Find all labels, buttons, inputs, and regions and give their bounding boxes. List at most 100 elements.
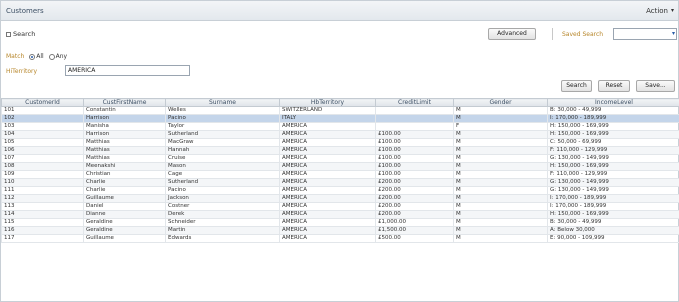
table-cell: Derek (165, 210, 280, 219)
table-row[interactable]: 101 Constantin Welles SWITZERLAND M B: 30,000… (1, 106, 679, 115)
match-any-radio[interactable] (48, 53, 55, 60)
table-cell: Matthias (83, 138, 166, 147)
table-cell: £100.00 (375, 138, 454, 147)
table-cell: Manisha (83, 122, 166, 131)
match-group: Match All Any (6, 53, 67, 60)
table-row[interactable]: 111 Charlie Pacino AMERICA £200.00 M G: 130,00… (1, 186, 679, 195)
table-cell: H: 150,000 - 169,999 (547, 162, 679, 171)
table-cell: Matthias (83, 146, 166, 155)
column-header[interactable]: HbTerritory (279, 98, 376, 107)
table-cell: Edwards (165, 234, 280, 243)
table-row[interactable]: 109 Christian Cage AMERICA £100.00 M F: 110,00… (1, 170, 679, 179)
match-all-radio[interactable] (29, 53, 36, 60)
table-cell: £100.00 (375, 130, 454, 139)
table-cell: F (453, 122, 548, 131)
table-cell: Hannah (165, 146, 280, 155)
table-cell: Pacino (165, 186, 280, 195)
table-cell: Meenakshi (83, 162, 166, 171)
table-cell: £200.00 (375, 210, 454, 219)
table-cell (375, 122, 454, 131)
table-row[interactable]: 113 Daniel Costner AMERICA £200.00 M I: 170,00… (1, 202, 679, 211)
table-cell: Geraldine (83, 226, 166, 235)
table-cell: M (453, 202, 548, 211)
table-cell: Pacino (165, 114, 280, 123)
table-row[interactable]: 103 Manisha Taylor AMERICA F H: 150,000 - 169… (1, 122, 679, 131)
table-cell: Guillaume (83, 194, 166, 203)
table-cell: Charlie (83, 186, 166, 195)
chevron-down-icon[interactable]: ▾ (671, 7, 674, 14)
table-cell: AMERICA (279, 202, 376, 211)
advanced-button[interactable]: Advanced (488, 28, 536, 40)
table-cell: £100.00 (375, 154, 454, 163)
table-row[interactable]: 108 Meenakshi Mason AMERICA £100.00 M H: 150,0… (1, 162, 679, 171)
table-cell: AMERICA (279, 226, 376, 235)
table-cell: A: Below 30,000 (547, 226, 679, 235)
table-row[interactable]: 112 Guillaume Jackson AMERICA £200.00 M I: 170… (1, 194, 679, 203)
search-toggle-label: Search (13, 30, 36, 38)
table-cell: 110 (1, 178, 84, 187)
table-cell: M (453, 226, 548, 235)
table-cell: M (453, 106, 548, 115)
table-row[interactable]: 115 Geraldine Schneider AMERICA £1,000.00 M B:… (1, 218, 679, 227)
table-cell: C: 50,000 - 69,999 (547, 138, 679, 147)
column-header[interactable]: CustomerId (1, 98, 84, 107)
table-cell: M (453, 194, 548, 203)
table-row[interactable]: 116 Geraldine Martin AMERICA £1,500.00 M A: Be… (1, 226, 679, 235)
collapse-icon (6, 31, 11, 37)
table-cell: Sutherland (165, 178, 280, 187)
table-cell: G: 130,000 - 149,999 (547, 154, 679, 163)
table-cell: Dianne (83, 210, 166, 219)
table-cell: M (453, 210, 548, 219)
table-cell: Constantin (83, 106, 166, 115)
table-row[interactable]: 106 Matthias Hannah AMERICA £100.00 M F: 110,0… (1, 146, 679, 155)
column-header[interactable]: CustFirstName (83, 98, 166, 107)
table-row[interactable]: 105 Matthias MacGraw AMERICA £100.00 M C: 50,0… (1, 138, 679, 147)
table-cell: £100.00 (375, 170, 454, 179)
search-button[interactable]: Search (561, 80, 592, 92)
table-cell: AMERICA (279, 122, 376, 131)
table-cell: 103 (1, 122, 84, 131)
table-cell: 116 (1, 226, 84, 235)
column-header[interactable]: CreditLimit (375, 98, 454, 107)
territory-input[interactable]: AMERICA (65, 65, 190, 76)
table-cell: I: 170,000 - 189,999 (547, 202, 679, 211)
table-cell: £1,500.00 (375, 226, 454, 235)
column-header[interactable]: IncomeLevel (547, 98, 679, 107)
table-cell: 114 (1, 210, 84, 219)
table-cell (375, 106, 454, 115)
customers-table: CustomerId CustFirstName Surname HbTerritor… (1, 98, 679, 243)
column-header[interactable]: Gender (453, 98, 548, 107)
table-cell: M (453, 186, 548, 195)
table-row[interactable]: 104 Harrison Sutherland AMERICA £100.00 M H: 1… (1, 130, 679, 139)
actions-menu[interactable]: Action (646, 7, 668, 15)
table-row[interactable]: 102 Harrison Pacino ITALY M I: 170,000 - 189,… (1, 114, 679, 123)
table-cell: M (453, 146, 548, 155)
save-button[interactable]: Save... (636, 80, 675, 92)
table-cell: Harrison (83, 130, 166, 139)
chevron-down-icon[interactable]: ▾ (672, 30, 675, 37)
column-header[interactable]: Surname (165, 98, 280, 107)
search-toggle[interactable]: Search (6, 30, 35, 38)
table-cell: F: 110,000 - 129,999 (547, 146, 679, 155)
table-cell: £1,000.00 (375, 218, 454, 227)
table-cell: £200.00 (375, 186, 454, 195)
table-cell: AMERICA (279, 170, 376, 179)
table-row[interactable]: 107 Matthias Cruise AMERICA £100.00 M G: 130,0… (1, 154, 679, 163)
table-cell: Taylor (165, 122, 280, 131)
table-cell: M (453, 114, 548, 123)
saved-search-select[interactable]: ▾ (613, 28, 677, 40)
table-cell: £500.00 (375, 234, 454, 243)
table-row[interactable]: 110 Charlie Sutherland AMERICA £200.00 M G: 13… (1, 178, 679, 187)
table-cell: 107 (1, 154, 84, 163)
table-cell: AMERICA (279, 130, 376, 139)
table-cell: Daniel (83, 202, 166, 211)
table-cell: Matthias (83, 154, 166, 163)
table-row[interactable]: 117 Guillaume Edwards AMERICA £500.00 M E: 90,… (1, 234, 679, 243)
table-row[interactable]: 114 Dianne Derek AMERICA £200.00 M H: 150,000 … (1, 210, 679, 219)
table-cell: 106 (1, 146, 84, 155)
table-cell: Geraldine (83, 218, 166, 227)
match-any-label: Any (55, 53, 68, 60)
reset-button[interactable]: Reset (598, 80, 630, 92)
table-cell: G: 130,000 - 149,999 (547, 186, 679, 195)
table-cell: 112 (1, 194, 84, 203)
